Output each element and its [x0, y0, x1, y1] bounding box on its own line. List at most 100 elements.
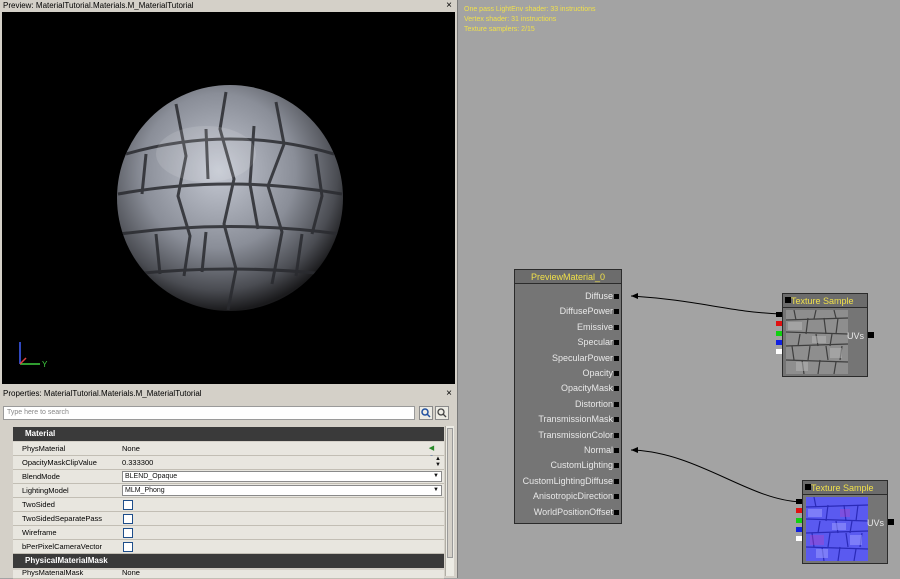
input-pin[interactable]	[614, 494, 619, 499]
texture-thumbnail-normal	[806, 497, 868, 561]
preview-title: Preview: MaterialTutorial.Materials.M_Ma…	[0, 0, 194, 12]
input-transmissioncolor[interactable]: TransmissionColor	[538, 430, 619, 440]
node-handle-icon	[785, 297, 791, 303]
property-actions: ◀◎▢	[427, 443, 444, 472]
lightingmodel-select[interactable]: MLM_Phong ▼	[122, 485, 442, 496]
input-pin-green[interactable]	[796, 518, 802, 523]
property-row-twosidedseparatepass[interactable]: TwoSidedSeparatePass	[13, 512, 444, 526]
property-row-twosided[interactable]: TwoSided	[13, 498, 444, 512]
property-name: BlendMode	[22, 472, 60, 481]
input-pin[interactable]	[614, 479, 619, 484]
property-value[interactable]: None	[122, 442, 140, 455]
input-pin[interactable]	[614, 356, 619, 361]
input-opacity[interactable]: Opacity	[582, 368, 619, 378]
select-value: BLEND_Opaque	[125, 473, 178, 480]
search-options-button[interactable]	[435, 406, 449, 420]
input-distortion[interactable]: Distortion	[575, 399, 619, 409]
properties-title: Properties: MaterialTutorial.Materials.M…	[0, 388, 202, 400]
input-transmissionmask[interactable]: TransmissionMask	[538, 414, 619, 424]
property-name: TwoSided	[22, 500, 55, 509]
property-row-bperpixelcameravector[interactable]: bPerPixelCameraVector	[13, 540, 444, 554]
input-pin[interactable]	[614, 294, 619, 299]
texture-node-title: Texture Sample	[803, 481, 887, 495]
input-pin[interactable]	[614, 371, 619, 376]
input-specularpower[interactable]: SpecularPower	[552, 353, 619, 363]
preview-sphere	[117, 85, 343, 311]
twosided-checkbox[interactable]	[123, 500, 133, 510]
uvs-pin[interactable]	[868, 332, 874, 338]
material-graph-canvas[interactable]: One pass LightEnv shader: 33 instruction…	[458, 0, 900, 578]
properties-panel: Properties: MaterialTutorial.Materials.M…	[0, 386, 458, 579]
input-pin[interactable]	[614, 510, 619, 515]
input-opacitymask[interactable]: OpacityMask	[561, 383, 619, 393]
shader-stats: One pass LightEnv shader: 33 instruction…	[464, 5, 596, 35]
input-diffusepower[interactable]: DiffusePower	[560, 306, 619, 316]
input-emissive[interactable]: Emissive	[577, 322, 619, 332]
property-name: PhysMaterial	[22, 444, 66, 453]
input-pin[interactable]	[614, 463, 619, 468]
axis-gizmo: Y	[19, 342, 48, 369]
texture-sample-node-diffuse[interactable]: Texture Sample UVs	[776, 293, 874, 377]
input-diffuse[interactable]: Diffuse	[585, 291, 619, 301]
preview-viewport[interactable]: Y	[2, 12, 455, 384]
input-specular[interactable]: Specular	[577, 337, 619, 347]
texture-thumbnail-diffuse	[786, 310, 848, 374]
input-pin-rgb[interactable]	[776, 312, 782, 317]
property-value[interactable]: 0.333300	[122, 456, 153, 469]
search-button[interactable]	[419, 406, 433, 420]
material-node-title: PreviewMaterial_0	[515, 270, 621, 284]
input-pin-red[interactable]	[796, 508, 802, 513]
input-pin[interactable]	[614, 417, 619, 422]
category-physicalmaterialmask[interactable]: PhysicalMaterialMask	[13, 554, 444, 568]
twosidedseparatepass-checkbox[interactable]	[123, 514, 133, 524]
property-name: LightingModel	[22, 486, 69, 495]
input-pin[interactable]	[614, 448, 619, 453]
preview-close-button[interactable]: ×	[443, 0, 455, 12]
uvs-label: UVs	[866, 518, 884, 528]
input-pin-alpha[interactable]	[776, 349, 782, 354]
input-worldpositionoffset[interactable]: WorldPositionOffset	[534, 507, 619, 517]
stat-line: Texture samplers: 2/15	[464, 26, 535, 33]
input-pin-blue[interactable]	[776, 340, 782, 345]
dropdown-arrow-icon: ▼	[433, 473, 439, 479]
property-row-wireframe[interactable]: Wireframe	[13, 526, 444, 540]
uvs-pin[interactable]	[888, 519, 894, 525]
input-pin-red[interactable]	[776, 321, 782, 326]
stat-line: Vertex shader: 31 instructions	[464, 16, 557, 23]
bperpixelcameravector-checkbox[interactable]	[123, 542, 133, 552]
property-row-blendmode[interactable]: BlendMode BLEND_Opaque ▼	[13, 470, 444, 484]
spinner-arrows-icon[interactable]: ▲ ▼	[435, 456, 441, 468]
property-row-opacitymaskclipvalue[interactable]: OpacityMaskClipValue 0.333300 ▲ ▼	[13, 456, 444, 470]
scrollbar-thumb[interactable]	[447, 428, 453, 558]
property-name: Wireframe	[22, 528, 57, 537]
input-pin-alpha[interactable]	[796, 536, 802, 541]
input-pin[interactable]	[614, 386, 619, 391]
texture-sample-node-normal[interactable]: Texture Sample UVs	[796, 480, 894, 564]
property-row-physmaterial[interactable]: PhysMaterial None ◀◎▢	[13, 442, 444, 472]
properties-close-button[interactable]: ×	[443, 388, 455, 400]
input-pin-rgb[interactable]	[796, 499, 802, 504]
wireframe-checkbox[interactable]	[123, 528, 133, 538]
category-material[interactable]: Material	[13, 427, 444, 441]
use-selected-icon[interactable]: ◀	[427, 444, 436, 453]
input-pin-green[interactable]	[776, 331, 782, 336]
blendmode-select[interactable]: BLEND_Opaque ▼	[122, 471, 442, 482]
material-node[interactable]: PreviewMaterial_0 Diffuse DiffusePower E…	[514, 269, 622, 524]
uvs-label: UVs	[846, 331, 864, 341]
input-pin[interactable]	[614, 340, 619, 345]
search-icon	[421, 408, 431, 418]
input-pin[interactable]	[614, 402, 619, 407]
input-customlightingdiffuse[interactable]: CustomLightingDiffuse	[523, 476, 619, 486]
input-pin[interactable]	[614, 433, 619, 438]
property-row-lightingmodel[interactable]: LightingModel MLM_Phong ▼	[13, 484, 444, 498]
input-normal[interactable]: Normal	[584, 445, 619, 455]
property-name: TwoSidedSeparatePass	[22, 514, 103, 523]
input-pin-blue[interactable]	[796, 527, 802, 532]
properties-search-input[interactable]: Type here to search	[3, 406, 415, 420]
input-customlighting[interactable]: CustomLighting	[550, 460, 619, 470]
properties-scrollbar[interactable]	[445, 426, 454, 576]
input-anisotropicdirection[interactable]: AnisotropicDirection	[533, 491, 619, 501]
input-pin[interactable]	[614, 309, 619, 314]
input-pin[interactable]	[614, 325, 619, 330]
property-name: OpacityMaskClipValue	[22, 458, 97, 467]
